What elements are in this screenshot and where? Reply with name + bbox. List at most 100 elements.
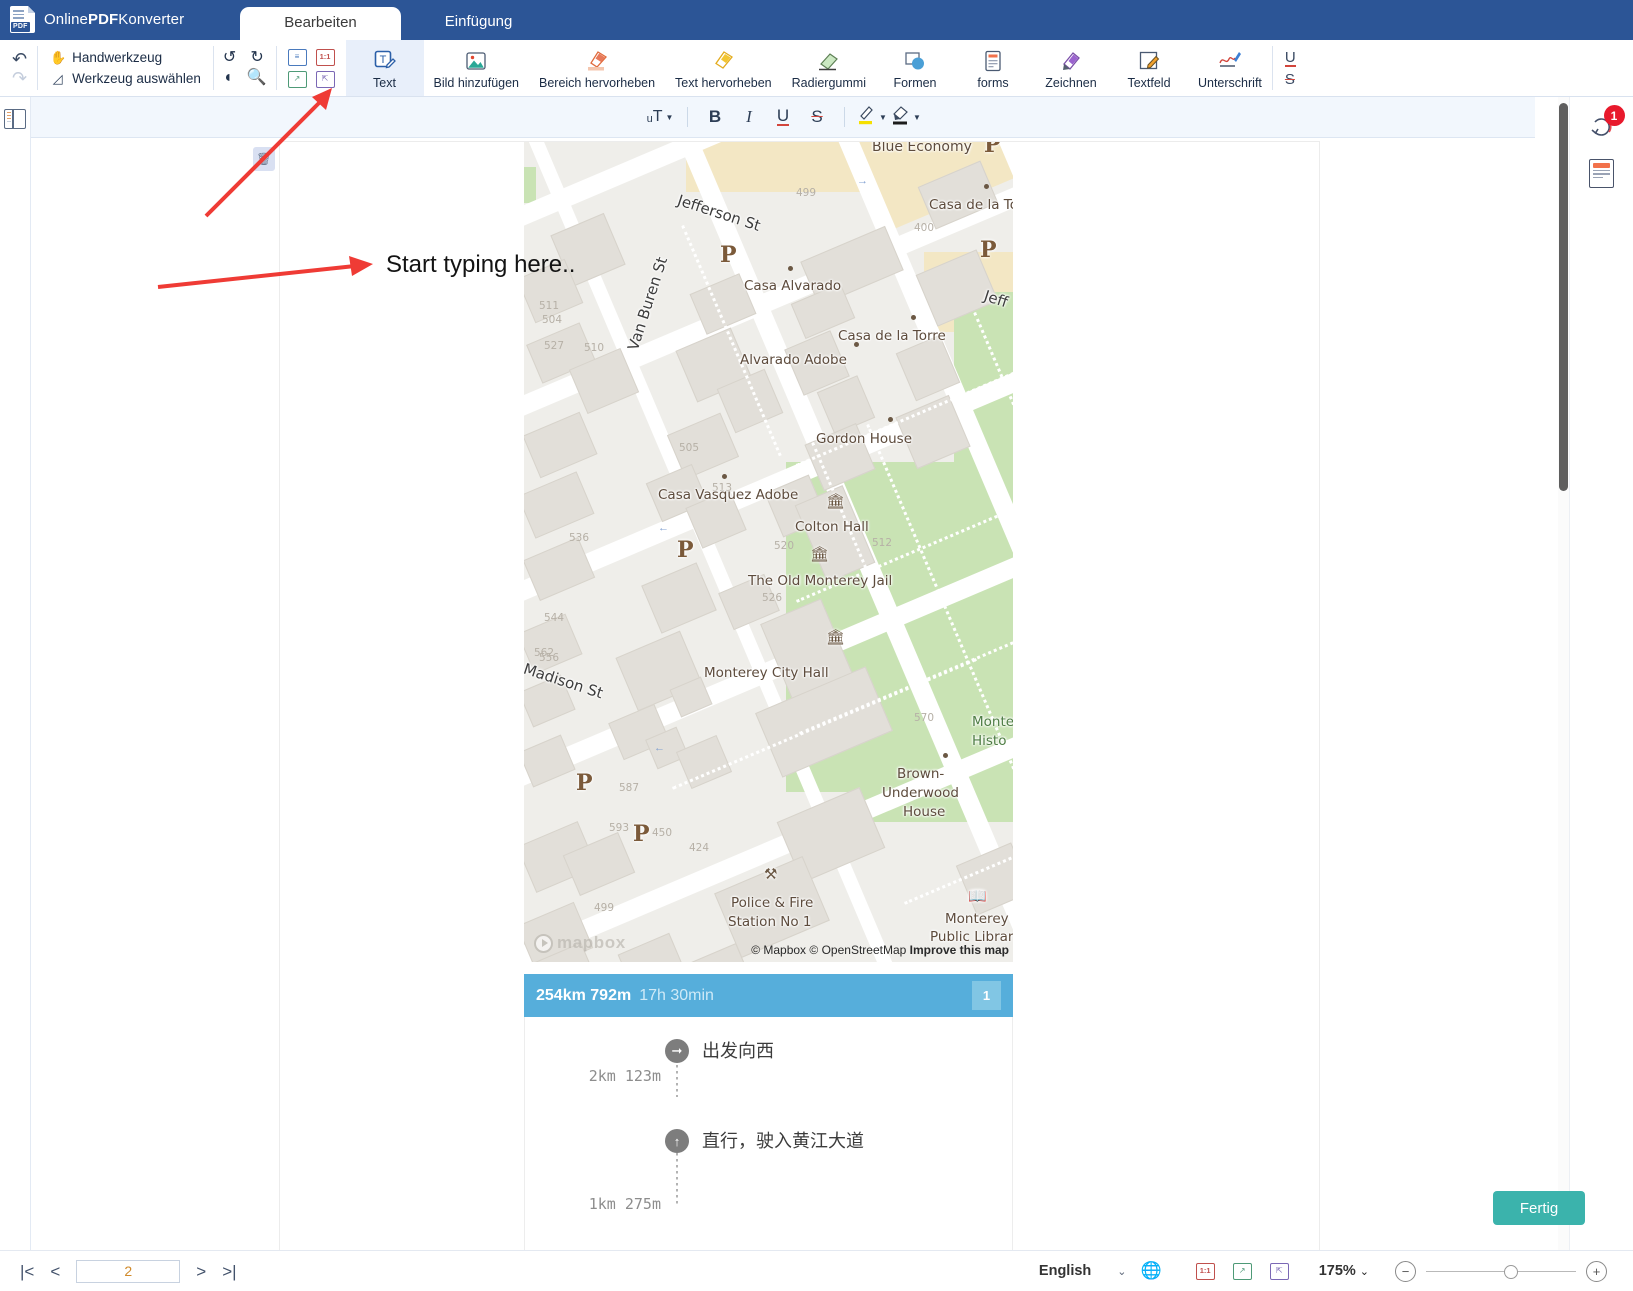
actual-size-icon[interactable]: 1:1 (315, 48, 335, 66)
route-step[interactable]: 2km 123m ➞ 出发向西 (525, 1039, 1012, 1085)
tool-highlight-text[interactable]: Text hervorheben (665, 40, 782, 96)
bold-button[interactable]: B (698, 102, 732, 132)
tool-highlight-area[interactable]: Bereich hervorheben (529, 40, 665, 96)
chevron-down-icon[interactable]: ⌄ (1117, 1265, 1126, 1278)
last-page-icon[interactable]: >| (222, 1263, 236, 1280)
highlight-color-icon (891, 105, 910, 130)
contrast-icon[interactable]: ◖ (223, 70, 233, 86)
page-thumbnails-icon[interactable] (4, 109, 26, 129)
actual-size-icon[interactable]: 1:1 (1195, 1262, 1215, 1280)
zoom-slider-knob[interactable] (1504, 1264, 1518, 1279)
crop-icon[interactable]: ⇱ (1269, 1262, 1289, 1280)
route-count-badge[interactable]: 1 (972, 981, 1001, 1010)
text-tool-icon: T (373, 48, 397, 74)
mapbox-logo-text: mapbox (557, 933, 626, 952)
route-step-text: 直行，驶入黄江大道 (702, 1131, 864, 1152)
scrollbar-thumb[interactable] (1559, 103, 1568, 491)
house-number: 510 (584, 342, 605, 354)
page-number-input[interactable] (76, 1259, 181, 1283)
hand-tool-label: Handwerkzeug (72, 49, 163, 65)
done-button[interactable]: Fertig (1493, 1191, 1585, 1225)
map-image: 499 400 504 505 511 513 510 527 512 536 … (524, 142, 1013, 962)
font-size-icon: ᵤT (646, 108, 663, 125)
tab-einfuegung[interactable]: Einfügung (401, 6, 557, 40)
attrib-osm: © OpenStreetMap (809, 943, 907, 957)
tool-eraser[interactable]: Radiergummi (782, 40, 876, 96)
house-number: 587 (619, 782, 640, 794)
fit-page-icon[interactable]: ↗ (1232, 1262, 1252, 1280)
place-label: Station No 1 (728, 914, 812, 930)
prev-page-icon[interactable]: < (50, 1263, 60, 1280)
typing-placeholder-text[interactable]: Start typing here.. (386, 251, 575, 279)
underline-button[interactable]: U (766, 102, 800, 132)
tool-highlight-area-label: Bereich hervorheben (539, 75, 656, 90)
brand-mid: PDF (87, 11, 119, 28)
redo-arrow-icon[interactable]: ↷ (12, 69, 27, 87)
highlight-text-icon (710, 48, 736, 74)
rotate-counterclockwise-icon[interactable]: ↺ (223, 50, 236, 66)
forms-panel-button[interactable] (1585, 157, 1619, 189)
place-label: Police & Fire (731, 895, 814, 911)
tool-forms[interactable]: forms (954, 40, 1032, 96)
turn-right-icon: ➞ (665, 1039, 689, 1063)
hand-tool-button[interactable]: ✋ Handwerkzeug (50, 50, 201, 66)
zoom-out-button[interactable]: − (1395, 1260, 1416, 1282)
title-bar: PDF OnlinePDFKonverter Bearbeiten Einfüg… (0, 0, 1633, 40)
app-brand: PDF OnlinePDFKonverter (0, 6, 184, 40)
font-size-button[interactable]: ᵤT ▼ (643, 102, 677, 132)
improve-map-link[interactable]: Improve this map (910, 943, 1009, 957)
strikethrough-button[interactable]: S (800, 102, 834, 132)
place-label: Casa Alvarado (744, 278, 842, 294)
ribbon-toolbar: ↶ ↷ ✋ Handwerkzeug ◿ Werkzeug auswählen … (0, 40, 1633, 97)
language-label: English (1038, 1263, 1092, 1279)
chevron-down-icon[interactable]: ⌄ (1360, 1265, 1369, 1278)
notification-badge: 1 (1603, 105, 1625, 126)
fit-width-icon[interactable]: ≡ (287, 48, 307, 66)
underline-icon[interactable]: U (1284, 50, 1296, 67)
vertical-scrollbar[interactable] (1558, 97, 1569, 1250)
rotate-pages-button[interactable]: 1 (1585, 105, 1625, 143)
eraser-icon (816, 48, 842, 74)
strikethrough-icon[interactable]: S (1285, 72, 1296, 87)
tool-shapes[interactable]: Formen (876, 40, 954, 96)
tool-text[interactable]: T Text (345, 40, 424, 96)
italic-button[interactable]: I (732, 102, 766, 132)
tool-add-image[interactable]: Bild hinzufügen (424, 40, 529, 96)
fit-page-icon[interactable]: ↗ (287, 70, 307, 88)
next-page-icon[interactable]: > (196, 1263, 206, 1280)
text-decoration-group: U S (1273, 40, 1306, 96)
place-label: Casa de la To (929, 197, 1013, 213)
strikethrough-label: S (811, 107, 823, 126)
text-color-button[interactable]: ▼ (855, 102, 889, 132)
pen-color-icon (857, 105, 876, 130)
route-step-distance: 2km 123m (588, 1067, 661, 1085)
globe-icon[interactable]: 🌐 (1141, 1261, 1162, 1281)
signature-icon (1217, 48, 1243, 74)
place-label: Histo (972, 733, 1007, 749)
format-toolbar: ᵤT ▼ B I U S ▼ ▼ (31, 97, 1535, 138)
place-label: The Old Monterey Jail (748, 573, 893, 589)
zoom-slider[interactable] (1426, 1261, 1576, 1282)
route-step-distance: 1km 275m (588, 1195, 661, 1213)
select-tool-button[interactable]: ◿ Werkzeug auswählen (50, 71, 201, 87)
crop-icon[interactable]: ⇱ (315, 70, 335, 88)
house-number: 526 (762, 592, 783, 604)
rotate-clockwise-icon[interactable]: ↻ (250, 50, 263, 66)
house-number: 400 (914, 222, 935, 234)
tool-textbox[interactable]: Textfeld (1110, 40, 1188, 96)
house-number: 570 (914, 712, 935, 724)
tool-signature-label: Unterschrift (1197, 75, 1262, 90)
zoom-in-button[interactable]: + (1586, 1260, 1607, 1282)
undo-arrow-icon[interactable]: ↶ (12, 50, 27, 68)
trash-icon[interactable]: 🗑 (253, 147, 275, 171)
tab-bearbeiten[interactable]: Bearbeiten (240, 7, 401, 40)
first-page-icon[interactable]: |< (20, 1263, 34, 1280)
highlight-color-button[interactable]: ▼ (889, 102, 923, 132)
tool-shapes-label: Formen (893, 75, 937, 90)
tool-draw[interactable]: Zeichnen (1032, 40, 1110, 96)
magnifier-icon[interactable]: 🔍 (247, 70, 267, 86)
shapes-icon (902, 48, 928, 74)
tool-draw-label: Zeichnen (1045, 75, 1097, 90)
tool-signature[interactable]: Unterschrift (1188, 40, 1272, 96)
route-step[interactable]: 1km 275m ↑ 直行，驶入黄江大道 (525, 1129, 1012, 1213)
